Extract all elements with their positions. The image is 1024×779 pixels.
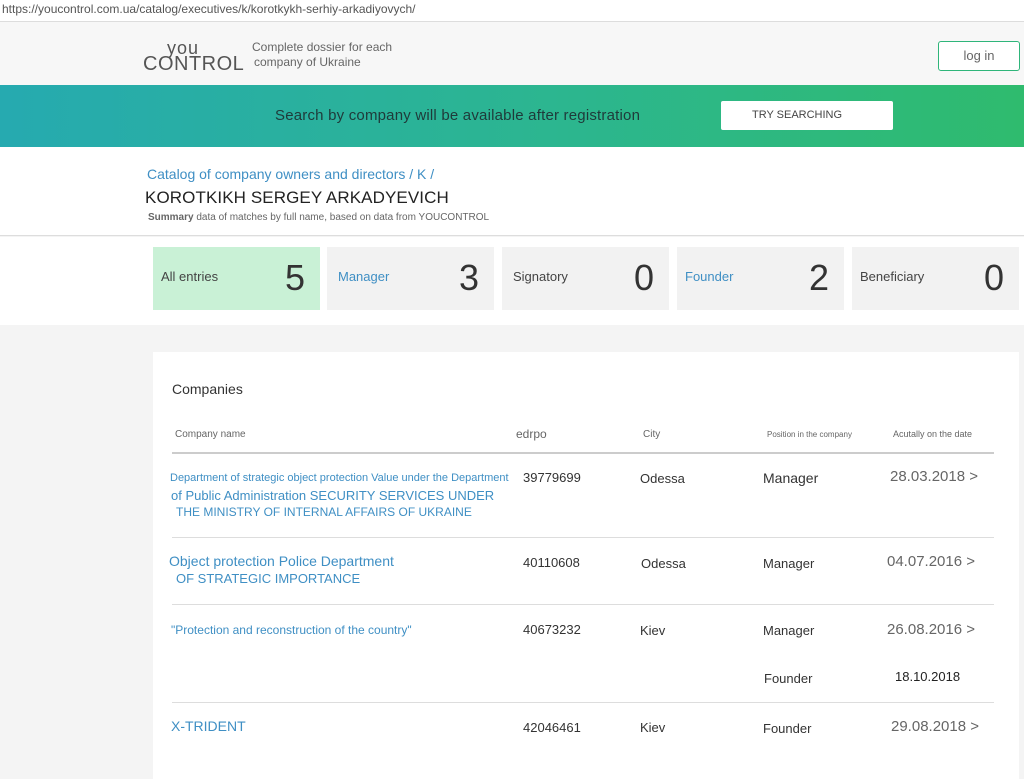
companies-card: Companies Company name edrpo City Positi… (153, 352, 1019, 779)
edrpo-value: 40110608 (523, 555, 580, 570)
company-name-line: X-TRIDENT (171, 718, 246, 734)
extra-date-value: 18.10.2018 (895, 669, 961, 684)
filter-beneficiary[interactable]: Beneficiary 0 (852, 247, 1019, 310)
address-bar[interactable]: https://youcontrol.com.ua/catalog/execut… (0, 0, 1024, 22)
row-divider (172, 537, 994, 538)
edrpo-value: 40673232 (523, 622, 581, 637)
city-value: Odessa (641, 556, 686, 571)
city-value: Kiev (640, 623, 666, 638)
table-header: Company name edrpo City Position in the … (172, 427, 994, 454)
url-text: https://youcontrol.com.ua/catalog/execut… (2, 2, 416, 16)
logo-bottom-text: CONTROL (143, 53, 245, 75)
row-divider (172, 604, 994, 605)
filter-count: 0 (633, 257, 654, 298)
filter-count: 0 (983, 257, 1004, 298)
filter-founder[interactable]: Founder 2 (677, 247, 844, 310)
position-value: Manager (763, 470, 819, 486)
col-date: Acutally on the date (893, 429, 973, 439)
try-searching-button[interactable]: TRY SEARCHING (721, 101, 893, 130)
company-name-line: OF STRATEGIC IMPORTANCE (176, 571, 361, 586)
extra-position-value: Founder (764, 671, 813, 686)
company-name-line: Object protection Police Department (169, 553, 394, 569)
filter-all-entries[interactable]: All entries 5 (153, 247, 320, 310)
date-link[interactable]: 26.08.2016 > (887, 621, 975, 638)
company-name-line: Department of strategic object protectio… (170, 472, 509, 484)
date-link[interactable]: 28.03.2018 > (890, 468, 978, 485)
breadcrumb: Catalog of company owners and directors … (147, 166, 434, 182)
company-name-line: "Protection and reconstruction of the co… (171, 623, 412, 637)
filter-signatory[interactable]: Signatory 0 (502, 247, 669, 310)
filter-label: Signatory (513, 269, 568, 284)
filter-count: 3 (458, 257, 479, 298)
banner-text: Search by company will be available afte… (275, 107, 641, 124)
position-value: Founder (763, 721, 812, 736)
summary-text: Summary data of matches by full name, ba… (148, 212, 489, 223)
companies-title: Companies (172, 381, 243, 397)
breadcrumb-separator: / (409, 166, 414, 182)
company-link[interactable]: "Protection and reconstruction of the co… (171, 622, 412, 639)
company-link[interactable]: Object protection Police Department OF S… (169, 553, 394, 587)
filter-label: Beneficiary (860, 269, 925, 284)
col-city: City (643, 429, 661, 440)
edrpo-value: 39779699 (523, 470, 581, 485)
page-title: KOROTKIKH SERGEY ARKADYEVICH (145, 188, 449, 207)
company-link[interactable]: X-TRIDENT (171, 718, 246, 735)
breadcrumb-catalog-link[interactable]: Catalog of company owners and directors (147, 166, 405, 182)
edrpo-value: 42046461 (523, 720, 581, 735)
city-value: Odessa (640, 471, 685, 486)
company-name-line: THE MINISTRY OF INTERNAL AFFAIRS OF UKRA… (176, 505, 472, 519)
login-button[interactable]: log in (938, 41, 1020, 71)
breadcrumb-separator: / (430, 166, 435, 182)
stats-filter-row: All entries 5 Manager 3 Signatory 0 Foun… (0, 237, 1024, 325)
company-name-line: of Public Administration SECURITY SERVIC… (171, 488, 495, 503)
tagline-line-1: Complete dossier for each (252, 40, 393, 54)
tagline: Complete dossier for each company of Ukr… (252, 40, 402, 70)
filter-label: All entries (161, 269, 219, 284)
col-position: Position in the company (767, 430, 852, 439)
tagline-line-2: company of Ukraine (254, 55, 361, 69)
row-divider (172, 702, 994, 703)
title-section: Catalog of company owners and directors … (0, 147, 1024, 236)
city-value: Kiev (640, 720, 666, 735)
date-link[interactable]: 04.07.2016 > (887, 553, 975, 570)
position-value: Manager (763, 623, 815, 638)
col-company-name: Company name (175, 429, 246, 440)
filter-label: Manager (338, 269, 390, 284)
breadcrumb-letter-link[interactable]: K (417, 166, 426, 182)
filter-count: 2 (808, 257, 829, 298)
registration-banner: Search by company will be available afte… (0, 85, 1024, 147)
summary-bold: Summary (148, 212, 194, 223)
date-link[interactable]: 29.08.2018 > (891, 718, 979, 735)
summary-rest: data of matches by full name, based on d… (193, 212, 490, 223)
site-header: you CONTROL Complete dossier for each co… (0, 22, 1024, 85)
position-value: Manager (763, 556, 815, 571)
filter-label: Founder (685, 269, 734, 284)
company-link[interactable]: Department of strategic object protectio… (170, 470, 509, 521)
filter-manager[interactable]: Manager 3 (327, 247, 494, 310)
youcontrol-logo[interactable]: you CONTROL (143, 38, 253, 78)
filter-count: 5 (284, 257, 305, 298)
col-edrpo: edrpo (516, 427, 547, 441)
